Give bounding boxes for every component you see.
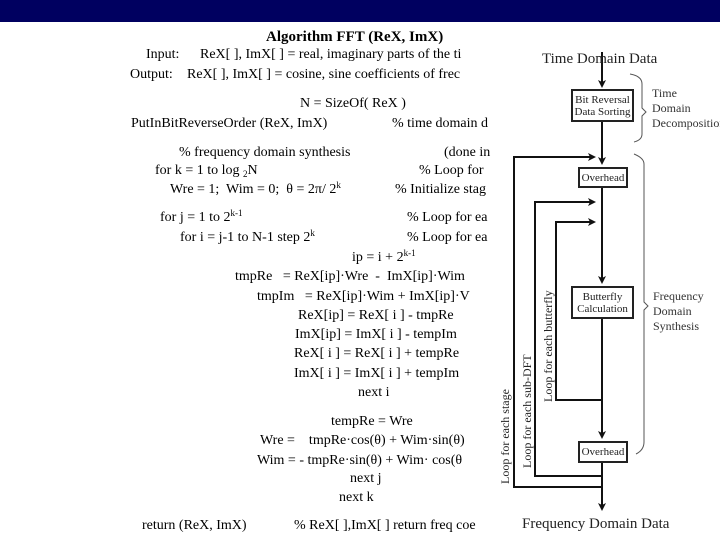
input-text: ReX[ ], ImX[ ] = real, imaginary parts o…	[200, 47, 462, 62]
data-sorting-text: Data Sorting	[574, 105, 631, 118]
loop-stage-label: Loop for each stage	[498, 389, 512, 484]
fft-flow-diagram: Time Domain Data Bit Reversal Data Sortin…	[490, 22, 720, 540]
butterfly-text: Butterfly	[582, 290, 623, 303]
line-ip: ip = i + 2k-1	[352, 248, 416, 266]
loop-subdft-label: Loop for each sub-DFT	[520, 354, 534, 468]
overhead-top-text: Overhead	[581, 171, 625, 184]
comment-freq-synthesis: % frequency domain synthesis	[179, 145, 351, 160]
line-for-i: for i = j-1 to N-1 step 2k	[180, 228, 315, 246]
bracket-freq-1: Frequency	[653, 289, 704, 303]
frequency-domain-data-label: Frequency Domain Data	[522, 516, 670, 532]
line-tmpre: tmpRe = ReX[ip]·Wre - ImX[ip]·Wim	[235, 269, 465, 284]
fft-pseudocode: Algorithm FFT (ReX, ImX) Input: ReX[ ], …	[0, 0, 505, 540]
line-tmpim: tmpIm = ReX[ip]·Wim + ImX[ip]·V	[257, 289, 470, 304]
comment-initialize: % Initialize stag	[395, 182, 486, 197]
comment-loop-stage: % Loop for	[419, 163, 484, 178]
comment-bitreverse: % time domain d	[392, 116, 489, 131]
line-tempre: tempRe = Wre	[331, 414, 413, 429]
line-next-j: next j	[350, 471, 382, 486]
overhead-box-bottom: Overhead	[578, 441, 628, 463]
butterfly-calculation-box: Butterfly Calculation	[571, 286, 634, 319]
line-wre: Wre = tmpRe·cos(θ) + Wim·sin(θ)	[260, 433, 465, 448]
line-next-i: next i	[358, 385, 390, 400]
for-k-text: for k = 1 to log	[155, 163, 243, 178]
line-rex-ip: ReX[ip] = ReX[ i ] - tmpRe	[298, 308, 454, 323]
line-bitreverse: PutInBitReverseOrder (ReX, ImX)	[131, 116, 328, 131]
overhead-box-top: Overhead	[578, 167, 628, 188]
time-domain-decomposition-label: Time Domain Decomposition	[652, 86, 720, 131]
bracket-time-3: Decomposition	[652, 116, 720, 130]
line-for-k: for k = 1 to log 2N	[155, 163, 258, 179]
line-init: Wre = 1; Wim = 0; θ = 2π/ 2k	[170, 180, 341, 198]
for-i-text: for i = j-1 to N-1 step 2	[180, 230, 311, 245]
line-for-j: for j = 1 to 2k-1	[160, 208, 243, 226]
ip-text: ip = i + 2	[352, 250, 404, 265]
frequency-domain-synthesis-label: Frequency Domain Synthesis	[653, 289, 704, 334]
bracket-time-2: Domain	[652, 101, 691, 115]
output-label: Output:	[130, 67, 173, 82]
comment-loop-subdft: % Loop for ea	[407, 210, 488, 225]
comment-done-in: (done in	[444, 145, 491, 160]
line-imx-ip: ImX[ip] = ImX[ i ] - tempIm	[295, 327, 457, 342]
calculation-text: Calculation	[577, 302, 628, 315]
comment-loop-butterfly: % Loop for ea	[407, 230, 488, 245]
line-next-k: next k	[339, 490, 374, 505]
time-domain-data-label: Time Domain Data	[542, 51, 658, 67]
bracket-freq-2: Domain	[653, 304, 692, 318]
line-imx-i: ImX[ i ] = ImX[ i ] + tempIm	[294, 366, 460, 381]
bracket-freq-3: Synthesis	[653, 319, 700, 333]
for-i-superscript: k	[310, 228, 315, 238]
init-text: Wre = 1; Wim = 0; θ = 2π/ 2	[170, 182, 337, 197]
init-superscript: k	[336, 180, 341, 190]
line-return: return (ReX, ImX)	[142, 518, 247, 533]
line-n-size: N = SizeOf( ReX )	[300, 96, 406, 111]
input-label: Input:	[146, 47, 180, 62]
bit-reversal-text: Bit Reversal	[575, 93, 630, 106]
ip-superscript: k-1	[403, 248, 416, 258]
bit-reversal-box: Bit Reversal Data Sorting	[571, 89, 634, 122]
algorithm-title: Algorithm FFT (ReX, ImX)	[266, 29, 444, 45]
line-rex-i: ReX[ i ] = ReX[ i ] + tempRe	[294, 346, 460, 361]
for-j-superscript: k-1	[230, 208, 243, 218]
freq-domain-bracket	[633, 153, 649, 455]
loop-butterfly-label: Loop for each butterfly	[541, 290, 555, 402]
for-j-text: for j = 1 to 2	[160, 210, 231, 225]
bracket-time-1: Time	[652, 86, 677, 100]
for-k-n: N	[247, 163, 258, 178]
line-wim: Wim = - tmpRe·sin(θ) + Wim· cos(θ	[257, 453, 463, 468]
output-text: ReX[ ], ImX[ ] = cosine, sine coefficien…	[187, 67, 461, 82]
overhead-bottom-text: Overhead	[581, 446, 625, 458]
comment-return: % ReX[ ],ImX[ ] return freq coe	[294, 518, 476, 533]
